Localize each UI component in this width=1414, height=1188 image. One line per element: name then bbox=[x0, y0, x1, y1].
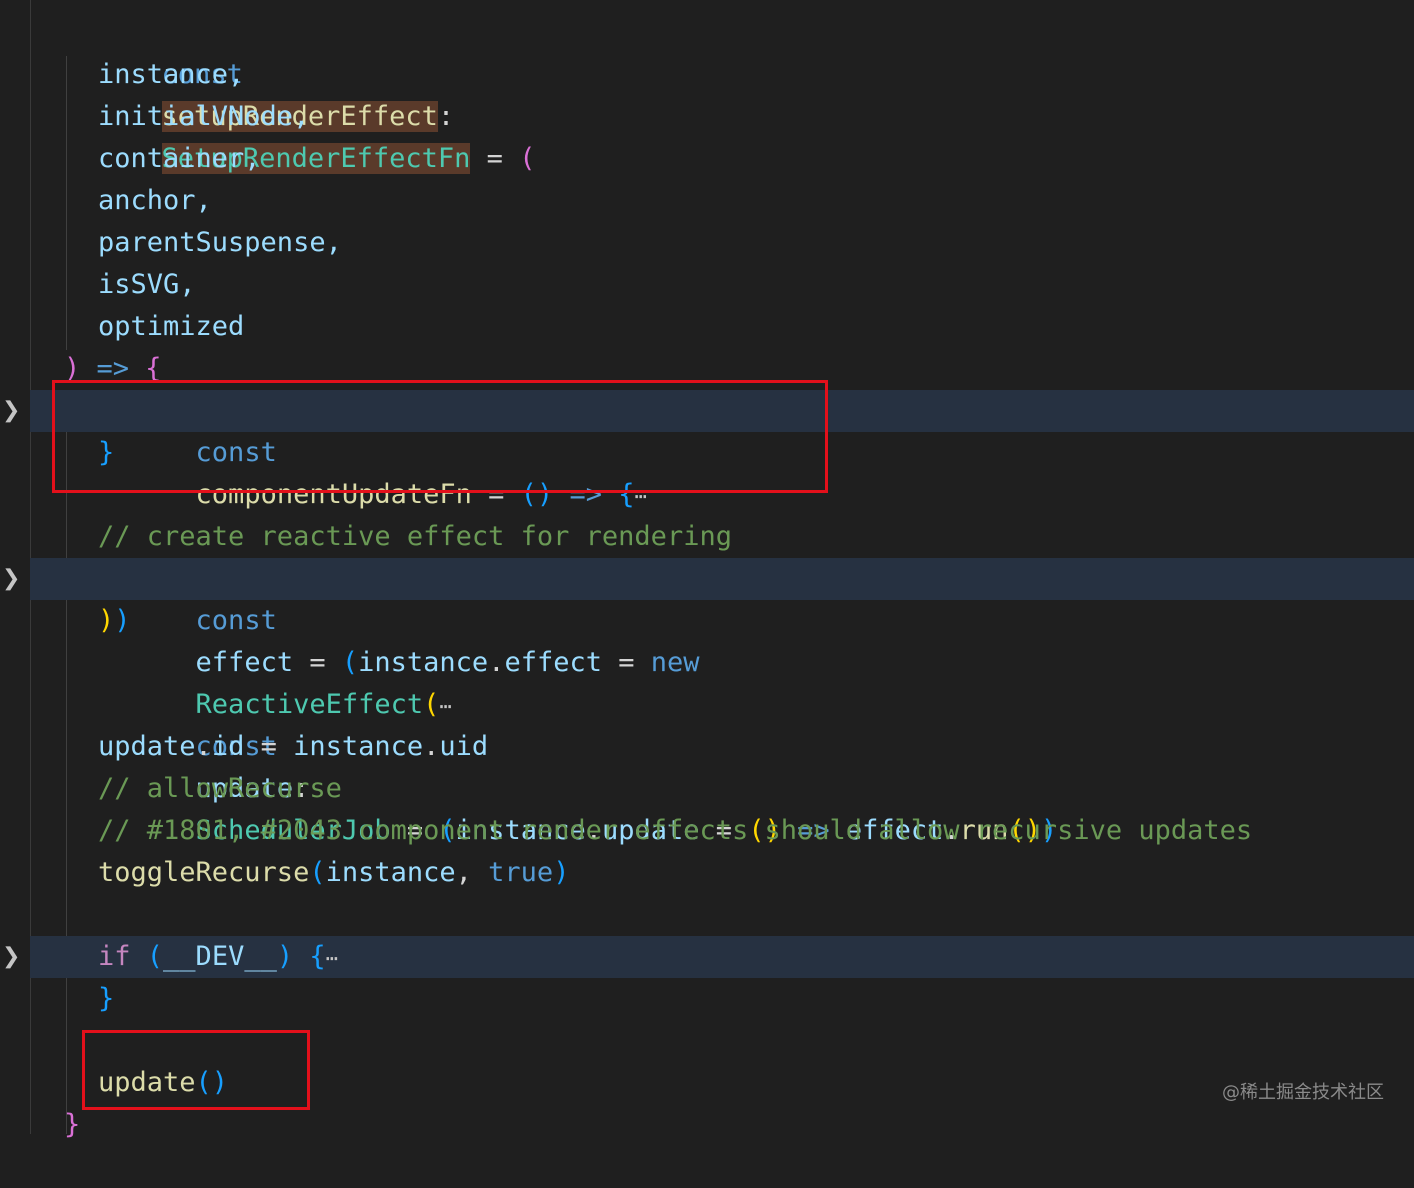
chevron-right-icon[interactable]: ❯ bbox=[2, 558, 20, 600]
code-editor[interactable]: const setupRenderEffect: SetupRenderEffe… bbox=[0, 0, 1414, 1140]
punct: . bbox=[423, 731, 440, 762]
code-line: instance, bbox=[0, 54, 1414, 96]
function-name: toggleRecurse bbox=[98, 857, 310, 888]
punct: ) bbox=[553, 857, 570, 888]
folded-ellipsis-icon[interactable]: ⋯ bbox=[326, 946, 338, 970]
punct: ) bbox=[114, 605, 131, 636]
variable: instance bbox=[325, 857, 456, 888]
param: optimized bbox=[98, 311, 245, 342]
chevron-right-icon[interactable]: ❯ bbox=[2, 936, 20, 978]
param: anchor, bbox=[98, 185, 212, 216]
code-line: parentSuspense, bbox=[0, 222, 1414, 264]
property: effect bbox=[504, 647, 602, 678]
comment: // #1801, #2043 component render effects… bbox=[98, 815, 1253, 846]
highlight-box bbox=[52, 380, 828, 493]
code-line: update.id = instance.uid bbox=[0, 726, 1414, 768]
code-line: // #1801, #2043 component render effects… bbox=[0, 810, 1414, 852]
code-line: )) bbox=[0, 600, 1414, 642]
code-line: const setupRenderEffect: SetupRenderEffe… bbox=[0, 12, 1414, 174]
param: isSVG, bbox=[98, 269, 196, 300]
code-line: // allowRecurse bbox=[0, 768, 1414, 810]
punct bbox=[131, 941, 147, 972]
punct: { bbox=[293, 941, 326, 972]
code-line: isSVG, bbox=[0, 264, 1414, 306]
chevron-right-icon[interactable]: ❯ bbox=[2, 390, 20, 432]
punct: ) bbox=[276, 941, 294, 972]
code-line: container, bbox=[0, 138, 1414, 180]
folded-code-line[interactable]: const effect = (instance.effect = new Re… bbox=[30, 558, 1414, 720]
boolean: true bbox=[488, 857, 554, 888]
param: instance, bbox=[98, 59, 245, 90]
punct: ) bbox=[98, 605, 115, 636]
param: parentSuspense, bbox=[98, 227, 342, 258]
punct: } bbox=[64, 1109, 81, 1140]
code-line: optimized bbox=[0, 306, 1414, 348]
variable: effect bbox=[195, 647, 294, 678]
code-line: // create reactive effect for rendering bbox=[0, 516, 1414, 558]
punct: , bbox=[455, 857, 489, 888]
comment: // allowRecurse bbox=[98, 773, 342, 804]
variable: instance bbox=[293, 731, 424, 762]
punct: ( bbox=[341, 647, 359, 678]
code-line: const update: SchedulerJob = (instance.u… bbox=[0, 684, 1414, 846]
code-line: } bbox=[0, 978, 1414, 1020]
property: id bbox=[211, 731, 245, 762]
keyword: if bbox=[98, 941, 131, 972]
variable: update bbox=[98, 731, 196, 762]
code-line: } bbox=[0, 1104, 1414, 1146]
punct: ( bbox=[146, 941, 164, 972]
param: initialVNode, bbox=[98, 101, 310, 132]
keyword: new bbox=[650, 647, 700, 678]
punct: . bbox=[488, 647, 505, 678]
variable: instance bbox=[358, 647, 489, 678]
highlight-box bbox=[82, 1030, 310, 1110]
punct: } bbox=[98, 983, 115, 1014]
property: uid bbox=[439, 731, 489, 762]
comment: // create reactive effect for rendering bbox=[98, 521, 732, 552]
param: container, bbox=[98, 143, 261, 174]
watermark: @稀土掘金技术社区 bbox=[1222, 1082, 1384, 1103]
folded-code-line[interactable]: if (__DEV__) {⋯ bbox=[30, 936, 1414, 978]
code-line: initialVNode, bbox=[0, 96, 1414, 138]
punct: = bbox=[244, 731, 294, 762]
punct: = bbox=[602, 647, 651, 678]
punct: = bbox=[293, 647, 342, 678]
code-line: toggleRecurse(instance, true) bbox=[0, 852, 1414, 894]
punct: ( bbox=[309, 857, 326, 888]
code-line: anchor, bbox=[0, 180, 1414, 222]
variable: __DEV__ bbox=[163, 941, 277, 972]
punct: . bbox=[195, 731, 212, 762]
